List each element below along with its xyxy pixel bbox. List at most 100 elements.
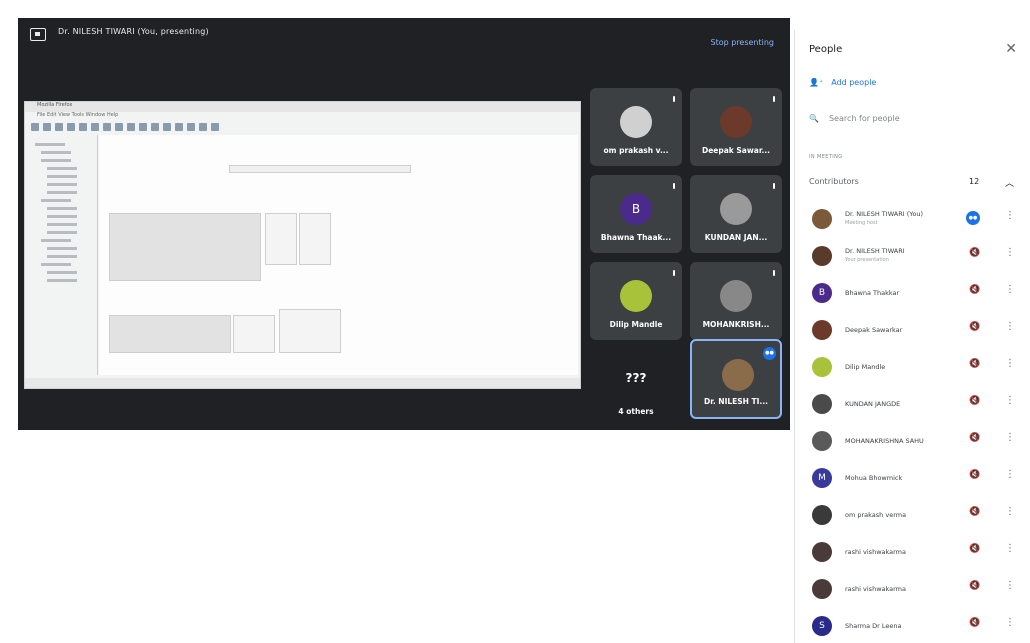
- more-options-icon[interactable]: ⋮: [1005, 506, 1015, 517]
- toolbar-icon: [55, 123, 63, 131]
- mic-off-icon[interactable]: 🔇: [969, 322, 980, 332]
- shared-screen: Mozilla Firefox File Edit View Tools Win…: [24, 101, 581, 389]
- mic-off-icon[interactable]: 🔇: [969, 433, 980, 443]
- add-people-button[interactable]: 👤⁺ Add people: [809, 78, 876, 87]
- list-item[interactable]: rashi vishwakarma 🔇 ⋮: [809, 575, 1021, 605]
- meeting-stage: Dr. NILESH TIWARI (You, presenting) Stop…: [18, 18, 790, 430]
- mic-icon: [673, 183, 675, 189]
- avatar: M: [812, 468, 832, 488]
- mic-icon: [773, 183, 775, 189]
- participant-name: Deepak Sawar...: [701, 146, 771, 155]
- more-options-icon[interactable]: ⋮: [1005, 617, 1015, 628]
- participant-name: om prakash verma: [845, 511, 907, 519]
- mic-off-icon[interactable]: 🔇: [969, 396, 980, 406]
- participant-name: rashi vishwakarma: [845, 585, 906, 593]
- participant-tile[interactable]: Deepak Sawar...: [690, 88, 782, 166]
- toolbar-icon: [79, 123, 87, 131]
- section-count: 12: [969, 177, 980, 186]
- toolbar-icon: [151, 123, 159, 131]
- contributors-section-header[interactable]: Contributors 12 ︿: [809, 176, 1019, 189]
- list-item[interactable]: Deepak Sawarkar 🔇 ⋮: [809, 316, 1021, 346]
- more-options-icon[interactable]: ⋮: [1005, 543, 1015, 554]
- participant-role: Your presentation: [845, 257, 889, 263]
- toolbar-icon: [67, 123, 75, 131]
- tree-item: [47, 255, 77, 258]
- mic-off-icon[interactable]: 🔇: [969, 285, 980, 295]
- mic-off-icon[interactable]: 🔇: [969, 470, 980, 480]
- list-item[interactable]: Dr. NILESH TIWARI (You) Meeting host ●● …: [809, 205, 1021, 235]
- avatar: [812, 431, 832, 451]
- search-icon: 🔍: [809, 114, 819, 123]
- list-item[interactable]: Dilip Mandle 🔇 ⋮: [809, 353, 1021, 383]
- avatar: [722, 359, 754, 391]
- avatar: [720, 106, 752, 138]
- participant-name: rashi vishwakarma: [845, 548, 906, 556]
- tree-item: [41, 159, 71, 162]
- mic-off-icon[interactable]: 🔇: [969, 618, 980, 628]
- list-item[interactable]: KUNDAN JANGDE 🔇 ⋮: [809, 390, 1021, 420]
- participant-name: Dr. NILESH TIWARI: [845, 247, 905, 255]
- chevron-up-icon[interactable]: ︿: [1005, 176, 1014, 189]
- more-options-icon[interactable]: ⋮: [1005, 580, 1015, 591]
- more-options-icon[interactable]: ⋮: [1005, 395, 1015, 406]
- others-tile[interactable]: ??? 4 others: [590, 349, 682, 427]
- more-options-icon[interactable]: ⋮: [1005, 284, 1015, 295]
- tree-item: [41, 199, 71, 202]
- more-options-icon[interactable]: ⋮: [1005, 358, 1015, 369]
- participant-tile[interactable]: MOHANKRISH...: [690, 262, 782, 340]
- list-item[interactable]: MOHANAKRISHNA SAHU 🔇 ⋮: [809, 427, 1021, 457]
- stop-presenting-button[interactable]: Stop presenting: [710, 38, 774, 47]
- list-item[interactable]: B Bhawna Thakkar 🔇 ⋮: [809, 279, 1021, 309]
- list-item[interactable]: Dr. NILESH TIWARI Your presentation 🔇 ⋮: [809, 242, 1021, 272]
- participant-tile[interactable]: KUNDAN JAN...: [690, 175, 782, 253]
- doc-table-block: [109, 213, 261, 281]
- people-panel: People ✕ 👤⁺ Add people 🔍 Search for people…: [794, 30, 1030, 643]
- toolbar-icon: [103, 123, 111, 131]
- list-item[interactable]: S Sharma Dr Leena 🔇 ⋮: [809, 612, 1021, 642]
- tree-item: [47, 223, 77, 226]
- more-options-icon[interactable]: ⋮: [1005, 210, 1015, 221]
- tree-item: [47, 271, 77, 274]
- tree-item: [41, 151, 71, 154]
- stage-header: Dr. NILESH TIWARI (You, presenting) Stop…: [18, 18, 790, 54]
- toolbar-icon: [175, 123, 183, 131]
- mic-off-icon[interactable]: 🔇: [969, 581, 980, 591]
- more-options-icon[interactable]: ⋮: [1005, 469, 1015, 480]
- others-count-label: 4 others: [618, 407, 654, 416]
- doc-heading-block: [229, 165, 411, 173]
- mic-off-icon[interactable]: 🔇: [969, 544, 980, 554]
- avatar: [720, 280, 752, 312]
- list-item[interactable]: rashi vishwakarma 🔇 ⋮: [809, 538, 1021, 568]
- list-item[interactable]: om prakash verma 🔇 ⋮: [809, 501, 1021, 531]
- tree-item: [47, 207, 77, 210]
- shared-window-toolbar: [25, 121, 580, 135]
- participant-name: MOHANKRISH...: [702, 320, 770, 329]
- tree-item: [47, 215, 77, 218]
- mic-off-icon[interactable]: 🔇: [969, 359, 980, 369]
- self-tile[interactable]: ●● Dr. NILESH TI...: [690, 339, 782, 419]
- toolbar-icon: [43, 123, 51, 131]
- avatar: [812, 246, 832, 266]
- more-options-icon[interactable]: ⋮: [1005, 432, 1015, 443]
- more-options-icon[interactable]: ⋮: [1005, 247, 1015, 258]
- avatar: [812, 209, 832, 229]
- participant-tile[interactable]: Dilip Mandle: [590, 262, 682, 340]
- in-meeting-label: IN MEETING: [809, 154, 843, 160]
- tree-item: [47, 183, 77, 186]
- more-options-icon[interactable]: ⋮: [1005, 321, 1015, 332]
- mic-icon: [673, 270, 675, 276]
- avatar: [812, 394, 832, 414]
- toolbar-icon: [127, 123, 135, 131]
- search-people-input[interactable]: 🔍 Search for people: [809, 114, 1017, 130]
- close-icon[interactable]: ✕: [1005, 41, 1017, 57]
- participant-tile[interactable]: om prakash v...: [590, 88, 682, 166]
- mic-off-icon[interactable]: 🔇: [969, 507, 980, 517]
- speaking-badge-icon: ●●: [966, 211, 980, 225]
- panel-title: People: [809, 44, 843, 55]
- list-item[interactable]: M Mohua Bhowmick 🔇 ⋮: [809, 464, 1021, 494]
- participant-tile[interactable]: B Bhawna Thaak...: [590, 175, 682, 253]
- avatar: B: [812, 283, 832, 303]
- mic-off-icon[interactable]: 🔇: [969, 248, 980, 258]
- tree-item: [47, 175, 77, 178]
- search-placeholder: Search for people: [828, 114, 900, 123]
